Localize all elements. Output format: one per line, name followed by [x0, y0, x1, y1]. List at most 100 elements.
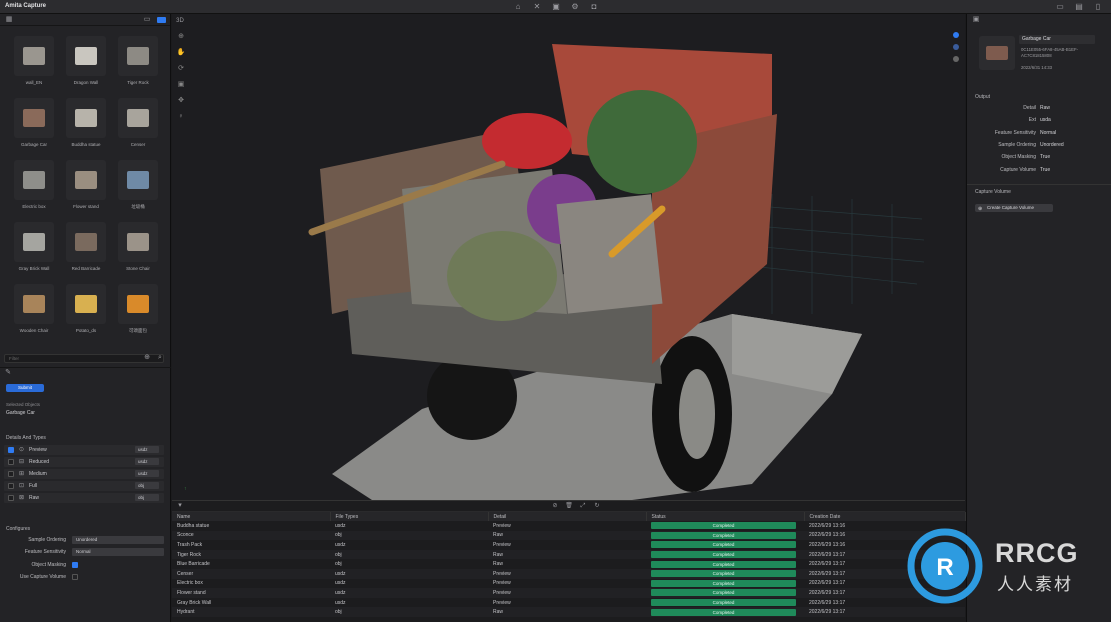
toolbar-icons: ⌂ ✕ ▣ ⚙ ◘ [513, 2, 599, 12]
folder-view-icon[interactable] [157, 17, 166, 23]
object-thumbnail-cell[interactable]: Censer [112, 98, 164, 152]
output-key: Sample Ordering [998, 141, 1036, 148]
table-cell: obj [330, 530, 488, 541]
detail-format-select[interactable]: obj [135, 494, 159, 501]
detail-checkbox[interactable] [8, 459, 14, 465]
object-thumbnail-label: Censer [130, 142, 146, 147]
output-value: Raw [1040, 105, 1051, 111]
output-key: Ext [1028, 117, 1036, 124]
object-thumbnail-cell[interactable]: Stone Chair [112, 222, 164, 276]
object-name-field[interactable]: Garbage Car [1019, 35, 1095, 44]
object-thumbnail-cell[interactable]: Potato_ds [60, 284, 112, 338]
table-row[interactable]: Electric box usdz Preview Completed 2022/6/2… [172, 579, 965, 589]
detail-type-icon: ⊠ [19, 495, 25, 501]
grid-view-icon[interactable]: ▦ [4, 15, 14, 25]
object-thumbnail-image [118, 36, 158, 76]
object-thumbnail-cell[interactable]: Electric box [8, 160, 60, 214]
column-header[interactable]: Detail [488, 512, 647, 521]
object-thumbnail-grid: wall_EN Dragon Wall Tiger Rock Garbage Car B… [8, 36, 164, 338]
column-header[interactable]: Status [646, 512, 805, 521]
object-thumbnail-cell[interactable]: Tiger Rock [112, 36, 164, 90]
use-capture-volume-checkbox[interactable] [72, 574, 78, 580]
object-thumbnail-cell[interactable]: wall_EN [8, 36, 60, 90]
object-masking-row: Object Masking [4, 561, 169, 570]
detail-format-select[interactable]: obj [135, 482, 159, 489]
column-header[interactable]: Creation Date [804, 512, 966, 521]
table-cell: Completed [646, 549, 804, 560]
stop-icon[interactable]: ⊘ [550, 501, 560, 511]
table-row[interactable]: Hydrant obj Raw Completed 2022/6/29 13:17 [172, 607, 965, 617]
detail-row-raw: ⊠ Raw obj [4, 493, 164, 503]
table-row[interactable]: Tiger Rock obj Raw Completed 2022/6/29 13:17 [172, 549, 965, 560]
export-icon[interactable]: ▣ [551, 2, 561, 12]
feature-sensitivity-select[interactable]: Normal [72, 548, 164, 556]
submit-button[interactable]: Submit [6, 384, 44, 392]
detail-format-select[interactable]: usdz [135, 446, 159, 453]
object-id: 0C11E055-6FA8-45AB-B1EF-AC7C81815808 [1021, 47, 1079, 58]
table-row[interactable]: Gray Brick Wall usdz Preview Completed 2022/… [172, 598, 965, 608]
camera-icon[interactable]: ◘ [589, 2, 599, 12]
object-thumbnail-cell[interactable]: 垃圾桶 [112, 160, 164, 214]
table-row[interactable]: Trash Pack usdz Preview Completed 2022/6/29 … [172, 540, 965, 550]
table-row[interactable]: Buddha statue usdz Preview Completed 2022/6/… [172, 521, 965, 531]
column-header[interactable]: File Types [330, 512, 489, 521]
object-thumbnail-cell[interactable]: Garbage Car [8, 98, 60, 152]
zoom-icon[interactable]: ⊕ [142, 353, 152, 363]
watermark-sub: 人人素材 [997, 575, 1073, 595]
settings-icon[interactable]: ⚙ [570, 2, 580, 12]
resize-icon[interactable]: ⤢ [578, 501, 588, 511]
share-icon[interactable]: ▤ [1074, 2, 1084, 12]
3d-viewport[interactable]: 3D ⊕ ✋ ⟳ ▣ ✥ ♀ ↑ [172, 14, 965, 500]
detail-format-select[interactable]: usdz [135, 458, 159, 465]
tool-icon[interactable]: ✎ [3, 368, 13, 378]
object-thumbnail-label: Red Barricade [71, 266, 101, 271]
object-thumbnail-cell[interactable]: Red Barricade [60, 222, 112, 276]
detail-format-select[interactable]: usdz [135, 470, 159, 477]
object-masking-checkbox[interactable] [72, 562, 78, 568]
detail-name: Raw [29, 495, 40, 501]
status-badge: Completed [651, 570, 796, 578]
filter-input[interactable]: Filter [4, 354, 164, 363]
sample-ordering-row: Sample Ordering Unordered [4, 536, 169, 545]
chat-icon[interactable]: ▭ [142, 15, 152, 25]
refresh-icon[interactable]: ↻ [592, 501, 602, 511]
object-thumbnail-cell[interactable]: 可颂面包 [112, 284, 164, 338]
inspector-icon[interactable]: ▣ [971, 15, 981, 25]
detail-checkbox[interactable] [8, 471, 14, 477]
status-badge: Completed [651, 522, 796, 530]
sample-ordering-select[interactable]: Unordered [72, 536, 164, 544]
object-thumbnail-cell[interactable]: Wooden Chair [8, 284, 60, 338]
table-row[interactable]: Flower stand usdz Preview Completed 2022/6/2… [172, 588, 965, 598]
detail-checkbox[interactable] [8, 447, 14, 453]
sidebar-toggle-icon[interactable]: ▯ [1093, 2, 1103, 12]
column-header[interactable]: Name [172, 512, 331, 521]
output-row: Sample Ordering Unordered [967, 140, 1111, 150]
detail-checkbox[interactable] [8, 483, 14, 489]
search-icon[interactable]: ⌕ [155, 353, 165, 363]
table-row[interactable]: Blue Barricade obj Raw Completed 2022/6/29 1… [172, 559, 965, 569]
detail-name: Reduced [29, 459, 50, 465]
detail-type-icon: ⊡ [19, 483, 25, 489]
folder-icon[interactable]: ▭ [1055, 2, 1065, 12]
table-cell: Preview [488, 588, 646, 598]
object-thumbnail-cell[interactable]: Dragon Wall [60, 36, 112, 90]
object-thumbnail-cell[interactable]: Flower stand [60, 160, 112, 214]
object-thumbnail-image [118, 284, 158, 324]
object-thumbnail-cell[interactable]: Gray Brick Wall [8, 222, 60, 276]
output-title: Output [975, 94, 991, 100]
table-row[interactable]: Censer usdz Preview Completed 2022/6/29 13:1… [172, 568, 965, 579]
object-thumbnail-cell[interactable]: Buddha statue [60, 98, 112, 152]
detail-checkbox[interactable] [8, 495, 14, 501]
output-row: Ext usda [967, 115, 1111, 125]
hammer-icon[interactable]: ✕ [532, 2, 542, 12]
table-cell: obj [330, 549, 488, 560]
table-row[interactable]: Sconce obj Raw Completed 2022/6/29 13:16 [172, 530, 965, 541]
capture-icon[interactable]: ⌂ [513, 2, 523, 12]
create-capture-volume-label: Create Capture Volume [987, 205, 1035, 210]
trash-icon[interactable]: 🗑 [564, 501, 574, 511]
detail-row-medium: ⊞ Medium usdz [4, 469, 164, 479]
table-menu-icon[interactable]: ▾ [175, 501, 185, 511]
object-thumbnail-image [14, 36, 54, 76]
status-badge: Completed [651, 579, 796, 587]
create-capture-volume-button[interactable]: ⊕ Create Capture Volume [975, 204, 1053, 212]
